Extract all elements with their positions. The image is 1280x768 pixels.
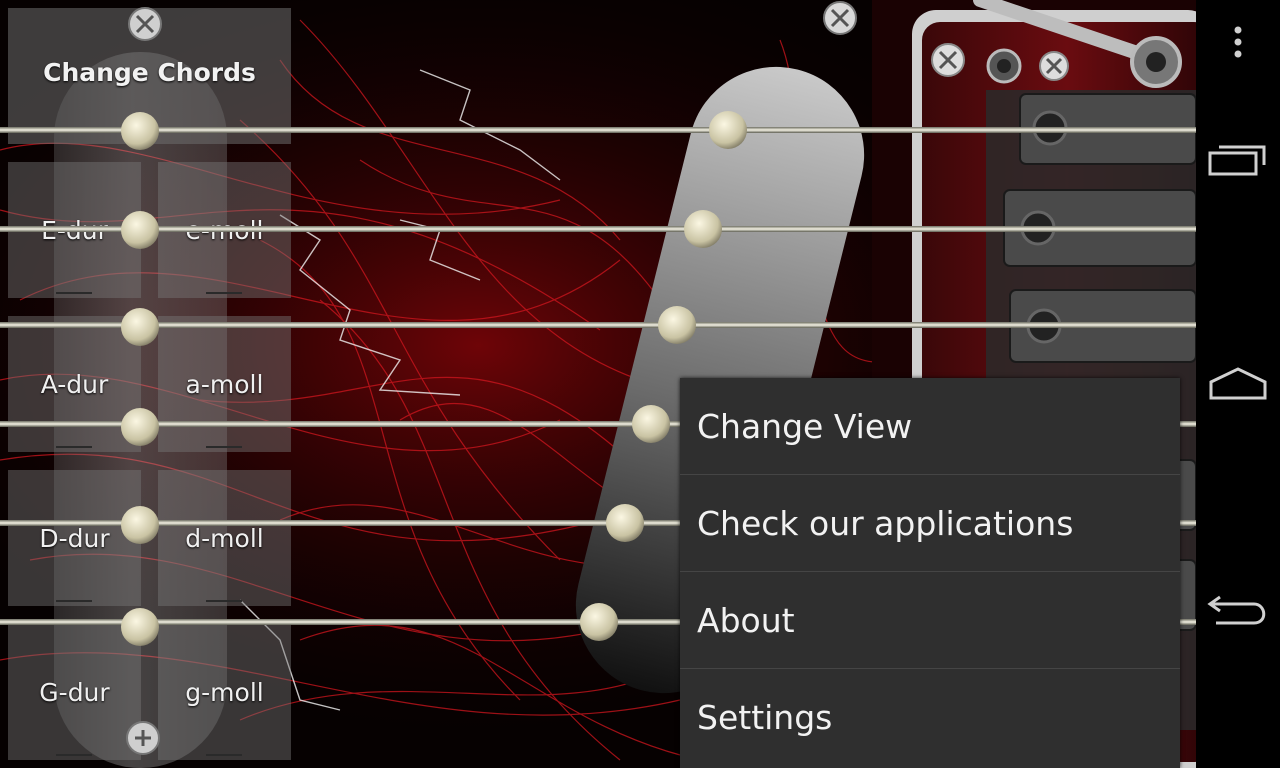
- guitar-string-3[interactable]: [0, 306, 1196, 346]
- screw-panel-top: [128, 7, 162, 41]
- menu-item-label: Settings: [697, 698, 833, 737]
- menu-item-label: About: [697, 600, 795, 640]
- guitar-string-2[interactable]: [0, 210, 1196, 249]
- menu-item-check-our-applications[interactable]: Check our applications: [680, 475, 1180, 572]
- more-options-icon: [1234, 26, 1242, 58]
- menu-item-change-view[interactable]: Change View: [680, 378, 1180, 475]
- home-icon: [1209, 367, 1267, 400]
- recent-apps-button[interactable]: [1196, 118, 1280, 202]
- menu-item-settings[interactable]: Settings: [680, 669, 1180, 766]
- back-icon: [1207, 595, 1266, 625]
- back-button[interactable]: [1196, 566, 1280, 650]
- guitar-stage[interactable]: Change Chords E-dur e-moll A-dur a-moll …: [0, 0, 1196, 768]
- screw-panel-bottom: [126, 721, 160, 755]
- recent-apps-icon: [1208, 145, 1266, 176]
- menu-item-label: Check our applications: [697, 503, 1074, 543]
- navigation-bar: [1196, 0, 1280, 768]
- menu-item-label: Change View: [697, 406, 913, 446]
- overflow-menu: Change View Check our applications About…: [680, 378, 1180, 768]
- guitar-string-1[interactable]: [0, 111, 1196, 150]
- home-button[interactable]: [1196, 342, 1280, 426]
- more-options-button[interactable]: [1196, 0, 1280, 84]
- menu-item-about[interactable]: About: [680, 572, 1180, 669]
